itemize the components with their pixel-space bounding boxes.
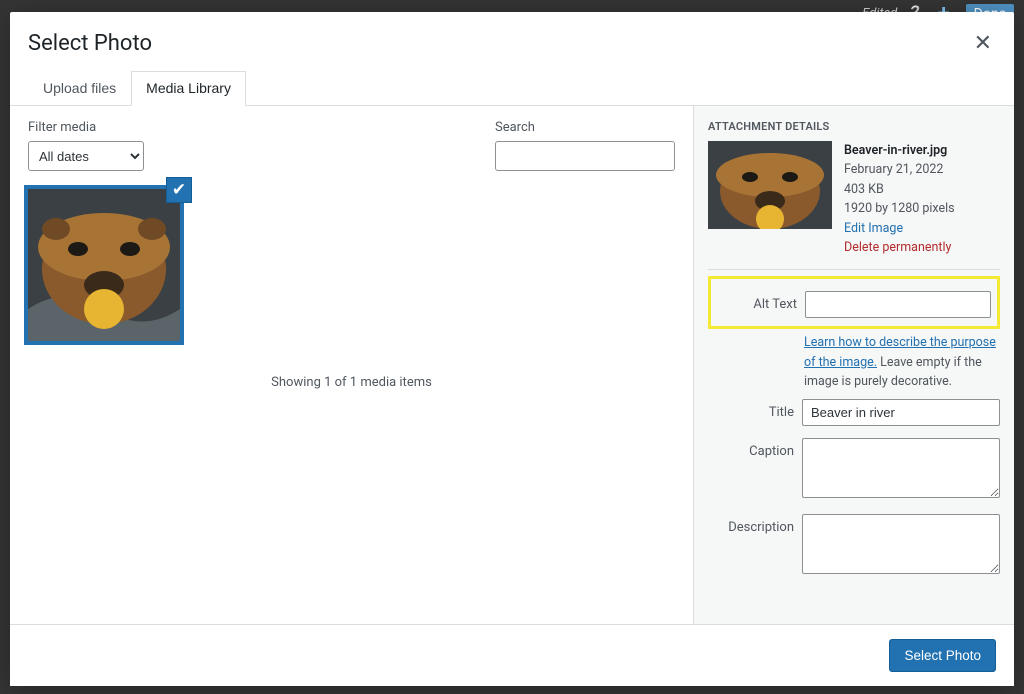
attachment-details-heading: ATTACHMENT DETAILS (708, 120, 1000, 133)
alt-text-highlight: Alt Text (708, 276, 1000, 329)
attachment-summary: Beaver-in-river.jpg February 21, 2022 40… (708, 141, 1000, 270)
modal-header: Select Photo ✕ (10, 12, 1014, 70)
attachment-dimensions: 1920 by 1280 pixels (844, 199, 955, 218)
beaver-thumbnail-image (28, 189, 180, 341)
attachment-size: 403 KB (844, 180, 955, 199)
caption-textarea[interactable] (802, 438, 1000, 498)
modal-footer: Select Photo (10, 624, 1014, 686)
media-modal: Select Photo ✕ Upload files Media Librar… (10, 12, 1014, 686)
alt-text-input[interactable] (805, 291, 991, 318)
attachment-filename: Beaver-in-river.jpg (844, 141, 955, 160)
library-toolbar: Filter media All dates Search (28, 120, 675, 171)
title-input[interactable] (802, 399, 1000, 426)
media-thumbnail[interactable]: ✔ (28, 189, 180, 341)
tabs: Upload files Media Library (10, 70, 1014, 106)
search-input[interactable] (495, 141, 675, 171)
search-label: Search (495, 120, 675, 135)
attachment-meta: Beaver-in-river.jpg February 21, 2022 40… (844, 141, 955, 257)
close-icon: ✕ (974, 30, 992, 55)
caption-label: Caption (708, 438, 794, 459)
attachment-details-pane: ATTACHMENT DETAILS Beaver-in-river.jpg (694, 106, 1014, 624)
attachment-thumbnail (708, 141, 832, 229)
edit-image-link[interactable]: Edit Image (844, 221, 903, 236)
media-status-text: Showing 1 of 1 media items (28, 375, 675, 390)
filter-dates-select[interactable]: All dates (28, 141, 144, 171)
media-gallery: ✔ (28, 171, 675, 341)
alt-text-label: Alt Text (711, 291, 797, 312)
description-textarea[interactable] (802, 514, 1000, 574)
delete-permanently-link[interactable]: Delete permanently (844, 240, 951, 255)
description-label: Description (708, 514, 794, 535)
select-photo-button[interactable]: Select Photo (889, 639, 996, 672)
attachment-date: February 21, 2022 (844, 160, 955, 179)
filter-media-label: Filter media (28, 120, 144, 135)
alt-text-hint: Learn how to describe the purpose of the… (708, 333, 1000, 391)
selected-check-badge: ✔ (166, 177, 192, 203)
check-icon: ✔ (172, 180, 186, 200)
title-label: Title (708, 399, 794, 420)
modal-title: Select Photo (28, 31, 152, 56)
close-button[interactable]: ✕ (970, 26, 996, 60)
tab-media-library[interactable]: Media Library (131, 71, 246, 106)
modal-content: Filter media All dates Search (10, 106, 1014, 624)
library-pane: Filter media All dates Search (10, 106, 694, 624)
tab-upload-files[interactable]: Upload files (28, 71, 131, 106)
search-group: Search (495, 120, 675, 171)
filter-media-group: Filter media All dates (28, 120, 144, 171)
